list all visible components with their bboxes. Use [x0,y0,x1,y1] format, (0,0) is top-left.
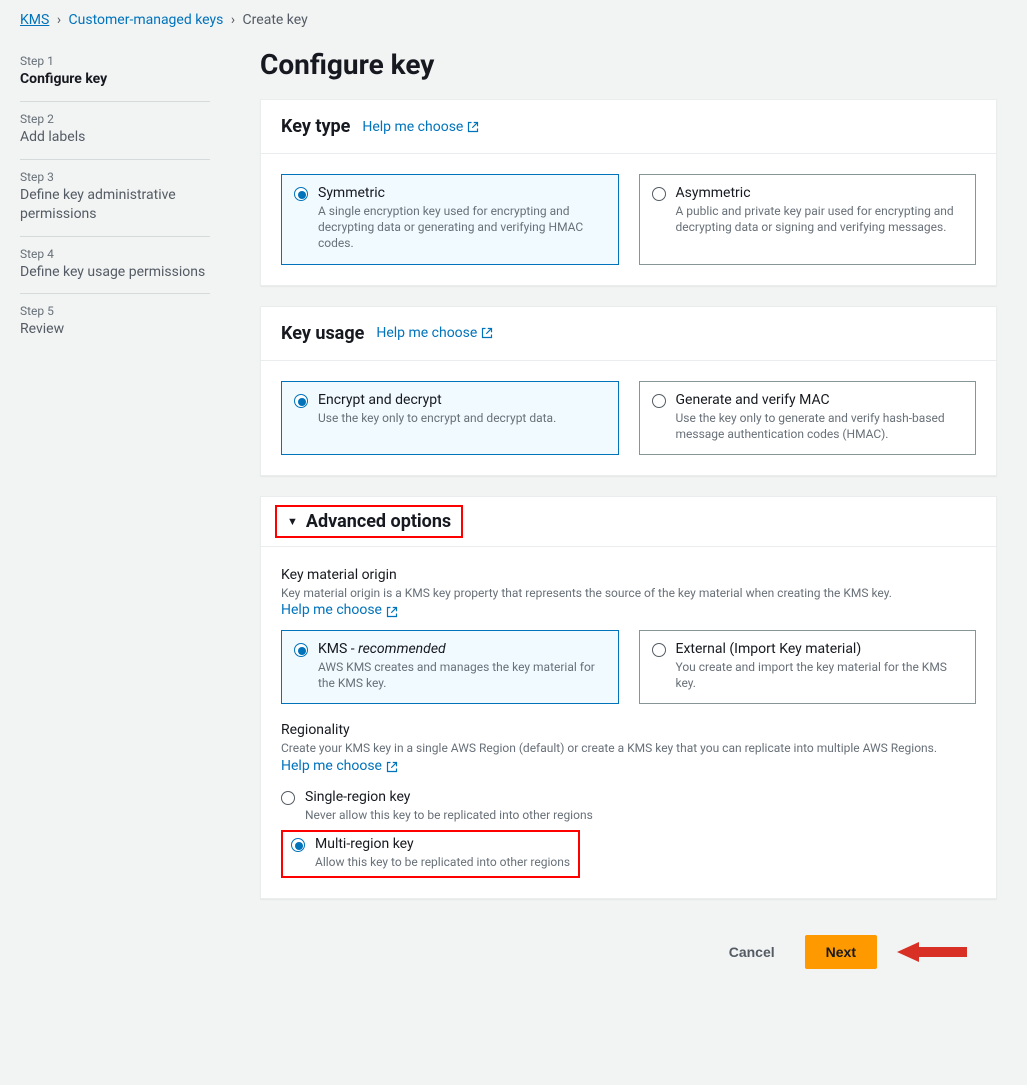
option-desc: Never allow this key to be replicated in… [305,807,593,823]
section-desc: Create your KMS key in a single AWS Regi… [281,740,976,775]
breadcrumb-customer-keys[interactable]: Customer-managed keys [69,12,224,28]
help-link-text: Help me choose [281,601,382,620]
option-desc: Allow this key to be replicated into oth… [315,854,570,870]
regionality-multi-option[interactable]: Multi-region key Allow this key to be re… [291,836,570,870]
help-link-text: Help me choose [376,325,477,341]
step-1[interactable]: Step 1 Configure key [20,44,210,102]
wizard-steps-sidebar: Step 1 Configure key Step 2 Add labels S… [0,34,230,1085]
breadcrumb-kms[interactable]: KMS [20,12,49,28]
caret-down-icon: ▼ [287,516,298,527]
radio-icon [294,643,308,657]
desc-text: Key material origin is a KMS key propert… [281,586,892,600]
step-title: Define key administrative permissions [20,186,210,224]
option-title: Multi-region key [315,836,570,852]
key-usage-heading: Key usage [281,323,364,344]
chevron-right-icon: › [57,12,61,28]
section-title: Key material origin [281,567,976,583]
section-desc: Key material origin is a KMS key propert… [281,585,976,620]
wizard-footer: Cancel Next [260,919,997,985]
option-title: External (Import Key material) [676,641,964,657]
key-type-panel: Key type Help me choose Symmetric [260,99,997,286]
key-usage-mac-option[interactable]: Generate and verify MAC Use the key only… [639,381,977,455]
key-type-heading: Key type [281,116,350,137]
external-link-icon [467,121,479,133]
option-desc: Use the key only to encrypt and decrypt … [318,410,556,426]
regionality-help-link[interactable]: Help me choose [281,757,398,776]
breadcrumb: KMS › Customer-managed keys › Create key [0,0,1027,34]
key-usage-encrypt-option[interactable]: Encrypt and decrypt Use the key only to … [281,381,619,455]
radio-icon [652,187,666,201]
regionality-section: Regionality Create your KMS key in a sin… [281,722,976,877]
cancel-button[interactable]: Cancel [709,936,795,968]
key-usage-panel: Key usage Help me choose Encrypt and [260,306,997,476]
option-title: Symmetric [318,185,606,201]
step-title: Review [20,320,210,339]
external-link-icon [386,760,398,772]
option-title: Single-region key [305,789,593,805]
external-link-icon [386,605,398,617]
step-2[interactable]: Step 2 Add labels [20,102,210,160]
option-title: KMS - recommended [318,641,606,657]
option-title: Generate and verify MAC [676,392,964,408]
advanced-options-heading: Advanced options [306,511,451,532]
option-desc: A single encryption key used for encrypt… [318,203,606,252]
step-5[interactable]: Step 5 Review [20,294,210,351]
regionality-single-option[interactable]: Single-region key Never allow this key t… [281,785,976,829]
breadcrumb-current: Create key [243,12,308,28]
page-title: Configure key [260,48,997,81]
step-title: Configure key [20,70,210,89]
radio-icon [291,838,305,852]
option-desc: You create and import the key material f… [676,659,964,691]
external-link-icon [481,327,493,339]
radio-icon [652,643,666,657]
option-desc: A public and private key pair used for e… [676,203,964,235]
step-label: Step 2 [20,112,210,126]
section-title: Regionality [281,722,976,738]
step-label: Step 1 [20,54,210,68]
option-title: Asymmetric [676,185,964,201]
advanced-options-panel: ▼ Advanced options Key material origin K… [260,496,997,899]
key-material-origin-section: Key material origin Key material origin … [281,567,976,704]
step-title: Add labels [20,128,210,147]
step-label: Step 3 [20,170,210,184]
radio-icon [652,394,666,408]
desc-text: Create your KMS key in a single AWS Regi… [281,741,937,755]
key-type-symmetric-option[interactable]: Symmetric A single encryption key used f… [281,174,619,265]
material-origin-external-option[interactable]: External (Import Key material) You creat… [639,630,977,704]
key-type-asymmetric-option[interactable]: Asymmetric A public and private key pair… [639,174,977,265]
step-title: Define key usage permissions [20,263,210,282]
option-desc: AWS KMS creates and manages the key mate… [318,659,606,691]
material-origin-help-link[interactable]: Help me choose [281,601,398,620]
step-3[interactable]: Step 3 Define key administrative permiss… [20,160,210,237]
step-4[interactable]: Step 4 Define key usage permissions [20,237,210,295]
key-usage-help-link[interactable]: Help me choose [376,325,493,341]
radio-icon [294,187,308,201]
radio-icon [281,791,295,805]
key-type-help-link[interactable]: Help me choose [362,119,479,135]
chevron-right-icon: › [231,12,235,28]
radio-icon [294,394,308,408]
material-origin-kms-option[interactable]: KMS - recommended AWS KMS creates and ma… [281,630,619,704]
next-button[interactable]: Next [805,935,877,969]
help-link-text: Help me choose [362,119,463,135]
advanced-options-toggle[interactable]: ▼ Advanced options [275,505,463,538]
option-desc: Use the key only to generate and verify … [676,410,964,442]
annotation-arrow-icon [897,938,967,966]
step-label: Step 5 [20,304,210,318]
option-title: Encrypt and decrypt [318,392,556,408]
help-link-text: Help me choose [281,757,382,776]
step-label: Step 4 [20,247,210,261]
